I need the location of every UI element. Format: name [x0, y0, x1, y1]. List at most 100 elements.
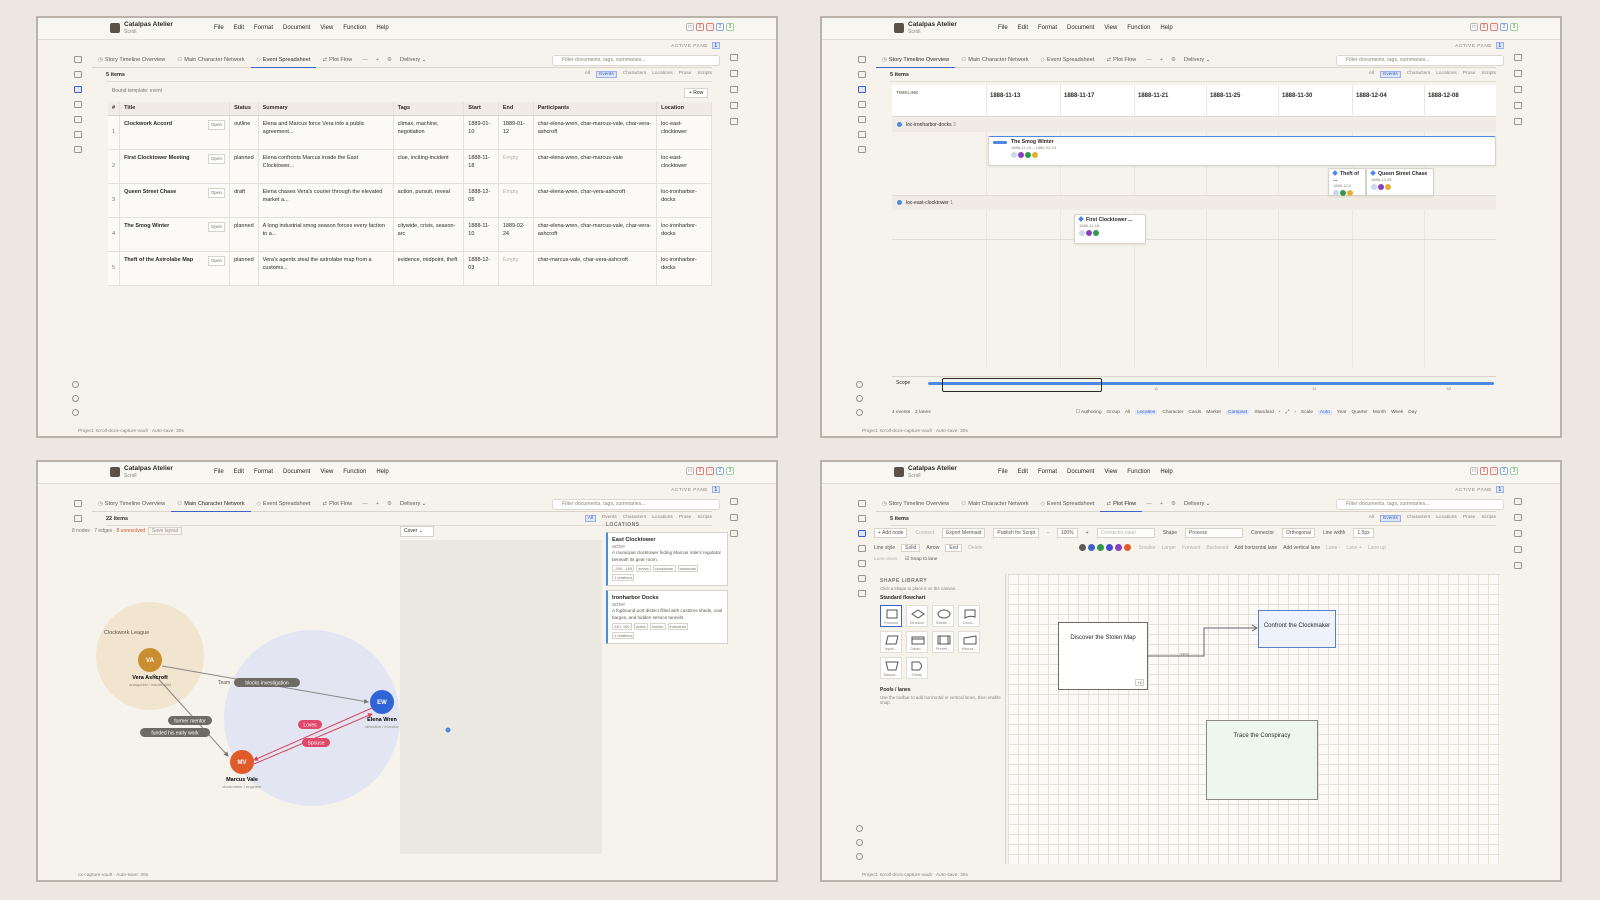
tab-event-spreadsheet[interactable]: ◇ Event Spreadsheet: [1035, 53, 1101, 68]
scale-auto[interactable]: Auto: [1317, 409, 1332, 415]
table-cell-title[interactable]: Clockwork Accord Open: [119, 115, 231, 150]
add-tab-button[interactable]: +: [1156, 501, 1167, 507]
search-icon[interactable]: [858, 131, 866, 138]
forward-button[interactable]: Forward: [1182, 545, 1200, 551]
table-cell-title[interactable]: First Clocktower Meeting Open: [119, 149, 231, 184]
gear-icon[interactable]: [72, 409, 79, 416]
table-cell-start[interactable]: 1888-11-10: [463, 217, 499, 252]
table-row[interactable]: 1 Clockwork Accord Open outline Elena and Ma…: [108, 115, 712, 150]
tab-event-spreadsheet[interactable]: ◇ Event Spreadsheet: [1035, 497, 1101, 512]
table-cell-n[interactable]: 4: [108, 217, 121, 252]
tab-character-network[interactable]: ⚇ Main Character Network: [955, 53, 1034, 68]
table-cell-tags[interactable]: citywide, crisis, season-arc: [393, 217, 465, 252]
table-row[interactable]: 3 Queen Street Chase Open draft Elena chases…: [108, 183, 712, 218]
table-cell-title[interactable]: The Smog Winter Open: [119, 217, 231, 252]
column-header[interactable]: Status: [229, 102, 259, 116]
filter-characters[interactable]: Characters: [1407, 515, 1430, 522]
database-icon[interactable]: [858, 146, 866, 153]
open-button[interactable]: Open: [207, 255, 226, 266]
chart-icon[interactable]: [74, 116, 82, 123]
shape-document[interactable]: Docu...: [958, 605, 980, 627]
location-card-ironharbor-docks[interactable]: Ironharbor Docks active A fogbound port …: [606, 590, 728, 644]
backward-button[interactable]: Backward: [1206, 545, 1228, 551]
search-input[interactable]: Filter documents, tags, summaries...: [1336, 499, 1504, 510]
filter-characters[interactable]: Characters: [623, 71, 646, 78]
menu-file[interactable]: File: [214, 25, 224, 31]
menu-help[interactable]: Help: [1160, 25, 1172, 31]
lane-minus-button[interactable]: Lane -: [1326, 545, 1340, 551]
table-cell-n[interactable]: 3: [108, 183, 121, 218]
shape-input[interactable]: Input/...: [880, 631, 902, 653]
event-card-theft-astrolabe[interactable]: Theft of ... 1888-12-0: [1328, 168, 1366, 196]
table-cell-participants[interactable]: char-elena-wren, char-marcus-vale: [533, 149, 658, 184]
window-control[interactable]: 3: [1510, 23, 1518, 31]
add-tab-button[interactable]: +: [1156, 57, 1167, 63]
panel-icon[interactable]: [1514, 54, 1522, 61]
trash-icon[interactable]: [856, 825, 863, 832]
event-card-queen-street-chase[interactable]: Queen Street Chase 1888-12-05: [1366, 168, 1434, 196]
grid-icon[interactable]: [74, 101, 82, 108]
table-cell-n[interactable]: 5: [108, 251, 121, 286]
menu-edit[interactable]: Edit: [1018, 25, 1028, 31]
table-cell-start[interactable]: 1889-01-10: [463, 115, 499, 150]
menu-edit[interactable]: Edit: [1018, 469, 1028, 475]
database-icon[interactable]: [858, 590, 866, 597]
table-cell-summary[interactable]: Elena chases Vera's courier through the …: [258, 183, 394, 218]
scale-quarter[interactable]: Quarter: [1351, 410, 1367, 415]
table-cell-participants[interactable]: char-elena-wren, char-vera-ashcroft: [533, 183, 658, 218]
flow-canvas[interactable]: Discover the Stolen Map +1 Confront the C…: [1008, 574, 1500, 864]
doc-icon[interactable]: [730, 102, 738, 109]
table-cell-tags[interactable]: evidence, midpoint, theft: [393, 251, 465, 286]
table-cell-summary[interactable]: A long industrial smog season forces eve…: [258, 217, 394, 252]
publish-script-button[interactable]: Publish for Script: [993, 528, 1040, 538]
chart-icon[interactable]: [1514, 562, 1522, 569]
card-standard[interactable]: Standard: [1254, 410, 1273, 415]
trash-icon[interactable]: [72, 381, 79, 388]
table-cell-tags[interactable]: climax, machine, negotiation: [393, 115, 465, 150]
menu-file[interactable]: File: [998, 469, 1008, 475]
menu-view[interactable]: View: [320, 25, 333, 31]
filter-events[interactable]: Events: [1380, 515, 1401, 522]
filter-events[interactable]: Events: [1380, 71, 1401, 78]
menu-function[interactable]: Function: [1127, 469, 1150, 475]
database-icon[interactable]: [74, 146, 82, 153]
menu-document[interactable]: Document: [1067, 469, 1094, 475]
gear-icon[interactable]: [856, 853, 863, 860]
table-cell-end[interactable]: Empty: [498, 251, 534, 286]
search-icon[interactable]: [858, 575, 866, 582]
table-cell-start[interactable]: 1888-12-05: [463, 183, 499, 218]
menu-function[interactable]: Function: [343, 25, 366, 31]
active-pane-badge[interactable]: 1: [712, 42, 720, 49]
window-control[interactable]: 6: [696, 23, 704, 31]
arrow-select[interactable]: End: [945, 544, 963, 552]
prev-icon[interactable]: ‹: [1279, 410, 1281, 415]
table-cell-participants[interactable]: char-elena-wren, char-marcus-vale, char-…: [533, 115, 658, 150]
chart-icon[interactable]: [1514, 118, 1522, 125]
add-vertical-lane-button[interactable]: Add vertical lane: [1283, 545, 1320, 551]
tab-plot-flow[interactable]: ⇄ Plot Flow: [1100, 53, 1142, 68]
table-cell-n[interactable]: 1: [108, 115, 121, 150]
table-cell-start[interactable]: 1888-12-03: [463, 251, 499, 286]
user-icon[interactable]: [856, 839, 863, 846]
event-card-smog-winter[interactable]: The Smog Winter 1888-11-10 – 1889-02-24: [988, 136, 1496, 166]
window-control[interactable]: 6: [1480, 23, 1488, 31]
search-input[interactable]: Filter documents, tags, summaries...: [1336, 55, 1504, 66]
active-pane-badge[interactable]: 1: [1496, 486, 1504, 493]
filter-scripts[interactable]: Scripts: [697, 71, 712, 78]
table-cell-location[interactable]: loc-ironharbor-docks: [656, 217, 712, 252]
scope-window-handle[interactable]: [942, 378, 1102, 392]
window-control[interactable]: 3: [1510, 467, 1518, 475]
filter-all[interactable]: All: [585, 71, 590, 78]
zoom-in-button[interactable]: +: [1086, 530, 1089, 536]
table-cell-end[interactable]: Empty: [498, 149, 534, 184]
table-cell-location[interactable]: loc-east-clocktower: [656, 149, 712, 184]
table-cell-participants[interactable]: char-elena-wren, char-marcus-vale, char-…: [533, 217, 658, 252]
filter-icon[interactable]: [74, 86, 82, 93]
menu-view[interactable]: View: [1104, 469, 1117, 475]
color-swatch[interactable]: [1123, 543, 1131, 551]
next-icon[interactable]: ›: [1294, 410, 1296, 415]
delete-button[interactable]: Delete: [968, 545, 982, 551]
filter-prose[interactable]: Prose: [679, 71, 692, 78]
minimize-pane-button[interactable]: —: [1142, 501, 1156, 507]
scale-year[interactable]: Year: [1337, 410, 1347, 415]
